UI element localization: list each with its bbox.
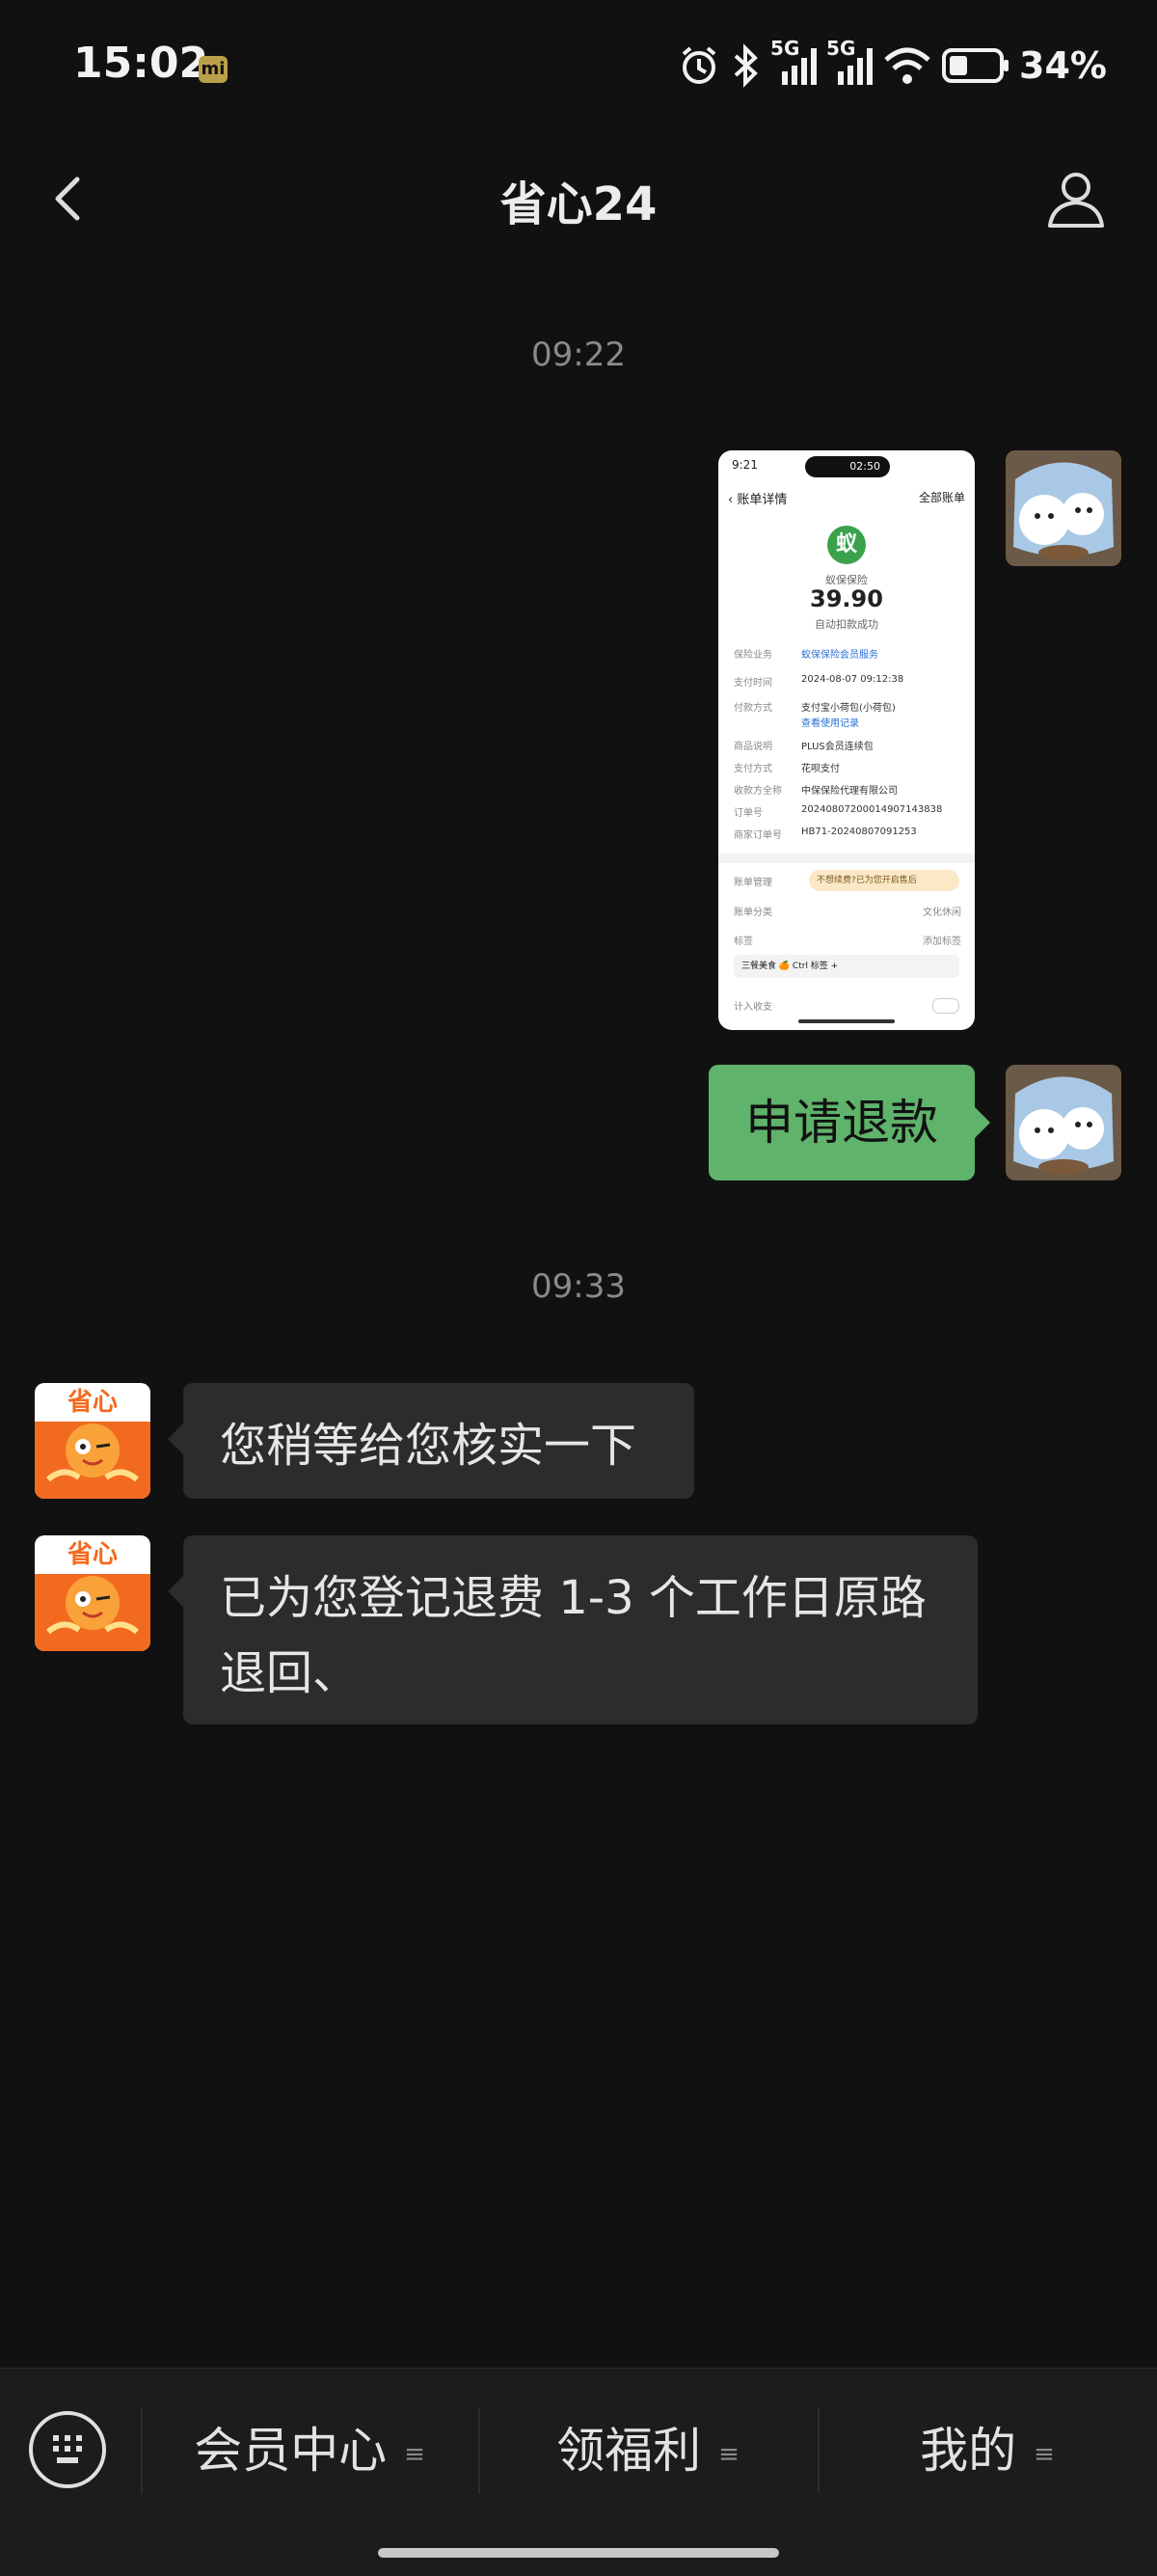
menu-lines-icon: ≡	[718, 2439, 740, 2469]
menu-lines-icon: ≡	[1034, 2439, 1055, 2469]
status-time: 15:02	[73, 39, 209, 88]
user-avatar[interactable]	[1006, 450, 1121, 566]
incoming-message[interactable]: 您稍等给您核实一下	[168, 1383, 694, 1499]
chat-title: 省心24	[499, 177, 658, 231]
merchant-logo-icon: 蚁	[827, 526, 866, 564]
bottom-menu-bar: 会员中心 ≡ 领福利 ≡ 我的 ≡	[0, 2368, 1157, 2576]
contact-avatar-logo-text: 省心	[67, 1388, 118, 1417]
contact-avatar-logo-text: 省心	[67, 1540, 118, 1569]
thumb-nav-title: ‹ 账单详情	[728, 493, 788, 507]
timestamp: 09:22	[531, 336, 626, 374]
menu-lines-icon: ≡	[404, 2439, 425, 2469]
outgoing-message[interactable]: 申请退款	[709, 1065, 990, 1180]
signal-icon-1: 5G	[770, 37, 818, 89]
wifi-icon	[884, 47, 930, 84]
user-avatar[interactable]	[1006, 1065, 1121, 1180]
profile-icon[interactable]	[1045, 168, 1107, 230]
contact-avatar[interactable]: 省心	[35, 1535, 150, 1651]
keyboard-icon	[53, 2435, 82, 2463]
chat-header: 省心24	[0, 145, 1157, 251]
menu-benefits[interactable]: 领福利 ≡	[478, 2407, 818, 2494]
home-indicator[interactable]	[378, 2548, 779, 2558]
menu-mine[interactable]: 我的 ≡	[818, 2407, 1157, 2494]
alarm-icon	[682, 46, 716, 84]
screenshot-image-message[interactable]: 9:21 02:50 ‹ 账单详情 全部账单 蚁 蚁保保险 39.90 自动扣款…	[718, 450, 975, 1030]
battery-percent: 34%	[1019, 44, 1107, 87]
menu-member-center[interactable]: 会员中心 ≡	[141, 2407, 478, 2494]
timestamp: 09:33	[531, 1267, 626, 1306]
status-icons: 5G 5G 34%	[678, 37, 1107, 93]
bluetooth-icon	[734, 43, 758, 88]
keyboard-toggle-button[interactable]	[29, 2411, 106, 2488]
contact-avatar[interactable]: 省心	[35, 1383, 150, 1499]
status-bar: 15:02 mi 5G 5G 34%	[0, 0, 1157, 135]
incoming-message[interactable]: 已为您登记退费 1-3 个工作日原路退回、	[168, 1535, 978, 1724]
mi-notification-icon: mi	[199, 56, 228, 83]
signal-icon-2: 5G	[826, 37, 874, 89]
battery-icon	[942, 48, 1009, 83]
